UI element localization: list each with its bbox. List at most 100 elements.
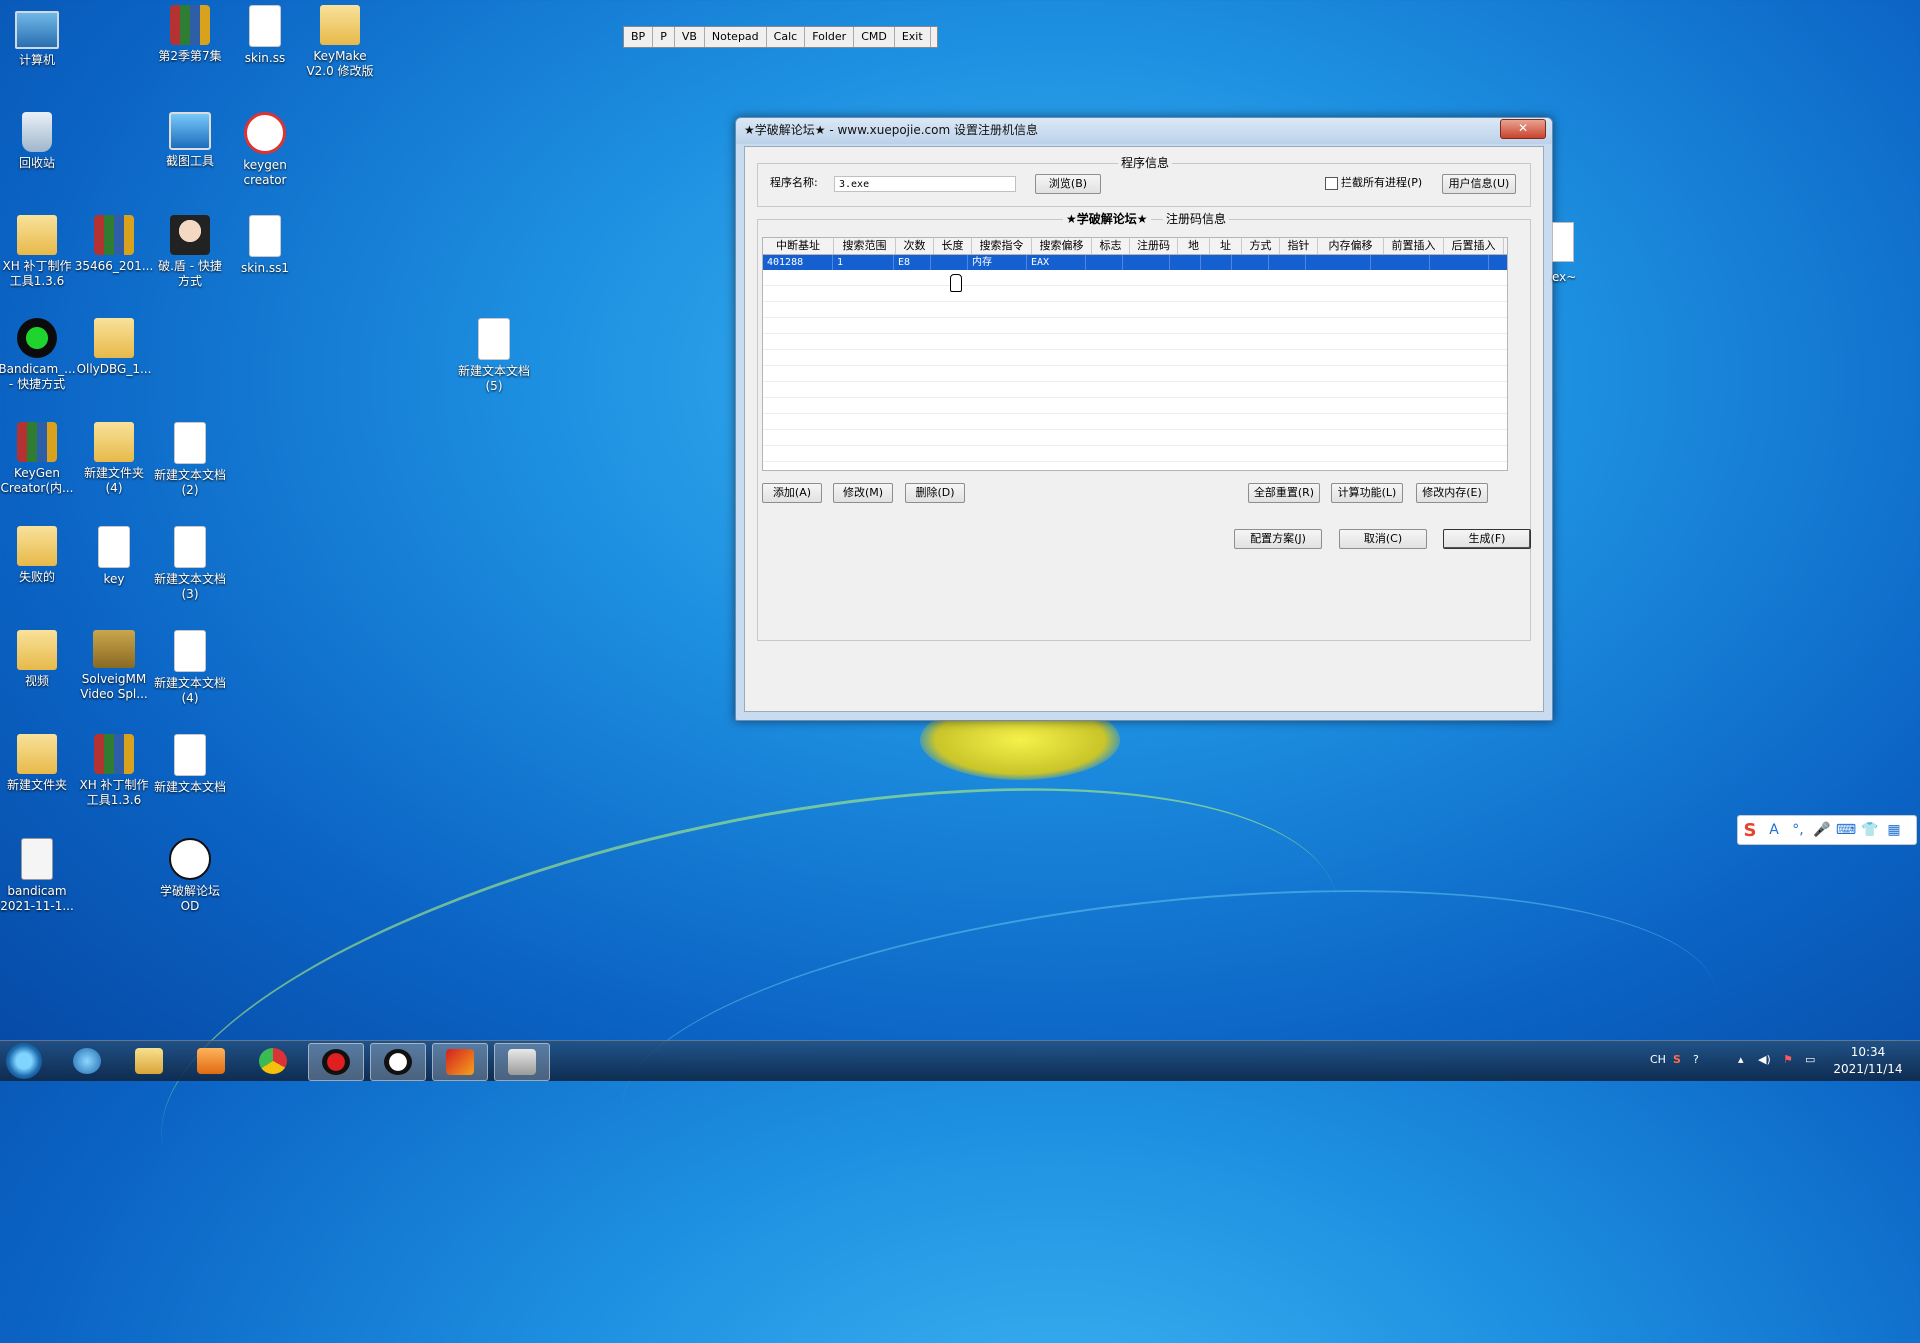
taskbar-clock[interactable]: 10:34 2021/11/14 (1830, 1044, 1906, 1078)
desktop-icon[interactable]: 第2季第7集 (148, 5, 232, 64)
desktop-icon[interactable]: Bandicam_... - 快捷方式 (0, 318, 79, 392)
delete-button[interactable]: 删除(D) (905, 483, 965, 503)
window-title[interactable]: ★学破解论坛★ - www.xuepojie.com 设置注册机信息 (736, 118, 1552, 144)
desktop-icon[interactable]: 截图工具 (148, 112, 232, 169)
column-header[interactable]: 长度 (934, 238, 972, 254)
cmd-button[interactable]: CMD (854, 27, 895, 47)
toolbar-grip[interactable] (931, 27, 937, 47)
desktop-icon[interactable]: bandicam 2021-11-1... (0, 838, 79, 914)
column-header[interactable]: 中断基址 (763, 238, 834, 254)
desktop-icon[interactable]: XH 补丁制作 工具1.3.6 (72, 734, 156, 808)
column-header[interactable]: 注册码 (1130, 238, 1178, 254)
desktop-icon[interactable]: 回收站 (0, 112, 79, 171)
intercept-all-checkbox[interactable] (1325, 177, 1338, 190)
column-header[interactable]: 内存偏移 (1318, 238, 1384, 254)
column-header[interactable]: 指针 (1280, 238, 1318, 254)
desktop-icon[interactable]: 失败的 (0, 526, 79, 585)
column-header[interactable]: 标志 (1092, 238, 1130, 254)
desktop-icon[interactable]: keygen creator (223, 112, 307, 188)
table-cell[interactable] (1201, 255, 1232, 270)
tray-sogou-icon[interactable]: S (1673, 1053, 1681, 1066)
desktop-icon[interactable]: XH 补丁制作 工具1.3.6 (0, 215, 79, 289)
cancel-button[interactable]: 取消(C) (1339, 529, 1427, 549)
reset-all-button[interactable]: 全部重置(R) (1248, 483, 1320, 503)
table-cell[interactable] (1430, 255, 1489, 270)
table-cell[interactable]: 内存 (968, 255, 1027, 270)
user-info-button[interactable]: 用户信息(U) (1442, 174, 1516, 194)
desktop-icon[interactable]: SolveigMM Video Spl... (72, 630, 156, 702)
table-cell[interactable] (1170, 255, 1201, 270)
ie-icon[interactable] (60, 1043, 114, 1079)
modify-button[interactable]: 修改(M) (833, 483, 893, 503)
column-header[interactable]: 地 (1178, 238, 1210, 254)
column-header[interactable]: 址 (1210, 238, 1242, 254)
desktop-icon[interactable]: key (72, 526, 156, 587)
desktop-icon[interactable]: 破.盾 - 快捷 方式 (148, 215, 232, 289)
desktop-icon[interactable]: 35466_201... (72, 215, 156, 274)
column-header[interactable]: 搜索偏移 (1032, 238, 1092, 254)
sogou-logo-icon[interactable]: S (1738, 820, 1762, 841)
desktop-icon[interactable]: 新建文本文档 (5) (452, 318, 536, 394)
tray-network-icon[interactable]: ▭ (1805, 1053, 1815, 1066)
od-icon[interactable] (370, 1043, 426, 1081)
browse-button[interactable]: 浏览(B) (1035, 174, 1101, 194)
desktop-icon[interactable]: KeyMake V2.0 修改版 (298, 5, 382, 79)
desktop-icon[interactable]: 新建文件夹 (0, 734, 79, 793)
column-header[interactable]: 搜索指令 (972, 238, 1032, 254)
table-cell[interactable]: 1 (833, 255, 894, 270)
column-header[interactable]: 方式 (1242, 238, 1280, 254)
start-orb-icon[interactable] (6, 1043, 42, 1079)
table-cell[interactable] (1371, 255, 1430, 270)
column-header[interactable]: 次数 (896, 238, 934, 254)
table-row[interactable]: 401288 1 E8 内存 EAX (763, 255, 1507, 270)
tray-flag-icon[interactable]: ⚑ (1783, 1053, 1793, 1066)
desktop-icon[interactable]: 新建文本文档 (148, 734, 232, 795)
tray-arrow-icon[interactable]: ▴ (1738, 1053, 1744, 1066)
notepad-button[interactable]: Notepad (705, 27, 767, 47)
column-header[interactable]: 后置插入 (1444, 238, 1504, 254)
table-cell[interactable]: 401288 (763, 255, 833, 270)
table-cell[interactable] (1269, 255, 1306, 270)
tray-language[interactable]: CH (1650, 1053, 1666, 1066)
modify-memory-button[interactable]: 修改内存(E) (1416, 483, 1488, 503)
menu-grid-icon[interactable]: ▦ (1882, 822, 1906, 838)
column-header[interactable]: 前置插入 (1384, 238, 1444, 254)
table-cell[interactable] (931, 255, 968, 270)
keyboard-icon[interactable]: ⌨ (1834, 822, 1858, 838)
keygen-red-icon[interactable] (432, 1043, 488, 1081)
calc-button[interactable]: Calc (767, 27, 806, 47)
folder-button[interactable]: Folder (805, 27, 855, 47)
desktop-icon[interactable]: skin.ss1 (223, 215, 307, 276)
ime-mode-icon[interactable]: A (1762, 822, 1786, 838)
desktop-icon[interactable]: 计算机 (0, 5, 79, 68)
media-player-icon[interactable] (184, 1043, 238, 1079)
table-cell[interactable] (1086, 255, 1123, 270)
p-button[interactable]: P (653, 27, 675, 47)
add-button[interactable]: 添加(A) (762, 483, 822, 503)
desktop-icon[interactable]: KeyGen Creator(内... (0, 422, 79, 496)
punctuation-icon[interactable]: °, (1786, 822, 1810, 838)
explorer-icon[interactable] (122, 1043, 176, 1079)
desktop-icon[interactable]: 视频 (0, 630, 79, 689)
partial-document-icon[interactable] (1552, 222, 1574, 262)
skin-icon[interactable]: 👕 (1858, 822, 1882, 838)
column-header[interactable]: 搜索范围 (834, 238, 896, 254)
bp-button[interactable]: BP (624, 27, 654, 47)
desktop-icon[interactable]: 新建文件夹 (4) (72, 422, 156, 496)
program-name-input[interactable]: 3.exe (834, 176, 1016, 192)
microphone-icon[interactable]: 🎤 (1810, 822, 1834, 838)
desktop-icon[interactable]: 学破解论坛 OD (148, 838, 232, 914)
table-cell[interactable] (1306, 255, 1371, 270)
chrome-icon[interactable] (246, 1043, 300, 1079)
exit-button[interactable]: Exit (895, 27, 931, 47)
desktop-icon[interactable]: skin.ss (223, 5, 307, 66)
table-cell[interactable] (1123, 255, 1170, 270)
calc-function-button[interactable]: 计算功能(L) (1331, 483, 1403, 503)
desktop-icon[interactable]: 新建文本文档 (2) (148, 422, 232, 498)
table-cell[interactable] (1232, 255, 1269, 270)
close-button[interactable]: ✕ (1500, 119, 1546, 139)
desktop-icon[interactable]: 新建文本文档 (4) (148, 630, 232, 706)
generate-button[interactable]: 生成(F) (1443, 529, 1531, 549)
tray-volume-icon[interactable]: ◀) (1758, 1053, 1771, 1066)
desktop-icon[interactable]: 新建文本文档 (3) (148, 526, 232, 602)
